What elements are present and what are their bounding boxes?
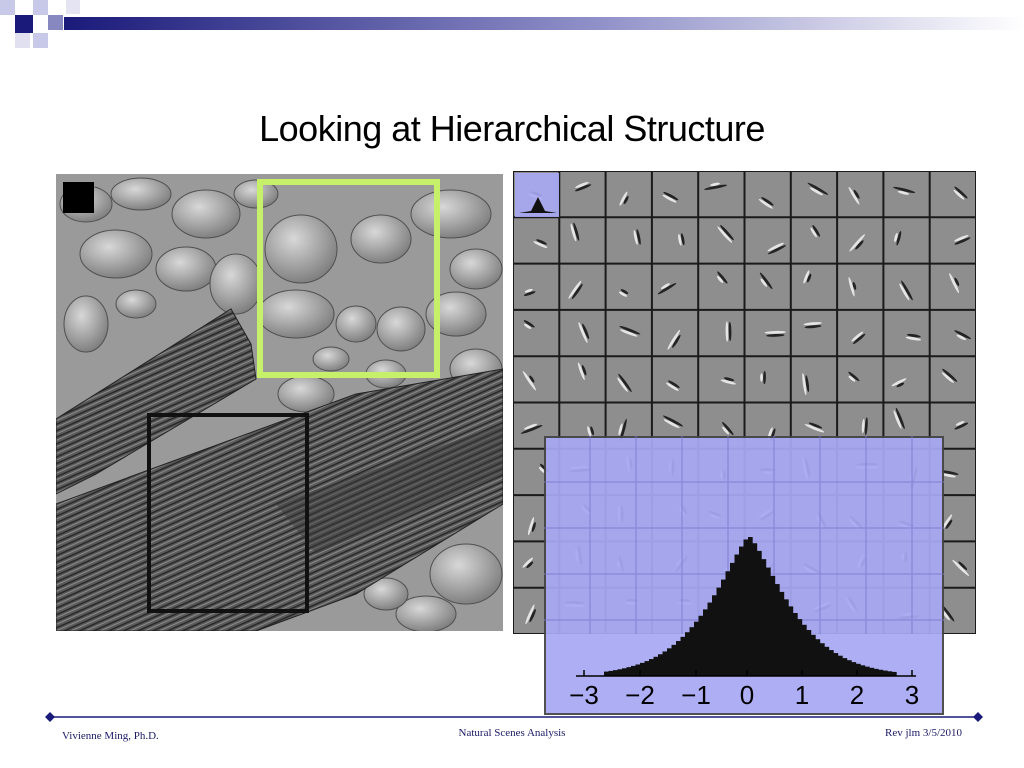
histogram-bar [806,630,812,676]
histogram-bar [734,554,740,676]
histogram-bar [725,571,731,676]
histogram-bar [878,669,884,676]
histogram-bar [757,550,762,676]
histogram-bar [793,612,798,676]
histogram-bar [721,579,726,676]
histogram-bar [712,595,717,676]
tick-label-1: 1 [795,680,809,710]
histogram-bar [784,599,789,676]
histogram-bar [761,559,767,676]
histogram-bar [851,662,857,676]
tick-label-0: 0 [740,680,754,710]
tick-label-2: 2 [850,680,864,710]
histogram-bar [676,641,681,676]
histogram-bar [653,656,659,676]
histogram-bar [662,651,668,676]
histogram-bar [779,591,785,676]
histogram-bar [680,636,686,676]
natural-scene-photo [55,174,504,633]
tick-label-neg3: −3 [569,680,599,710]
histogram-bar [842,658,848,676]
histogram-bar [874,668,879,676]
histogram-bar [694,621,699,676]
histogram-bar [644,661,650,676]
footer-revision: Rev jlm 3/5/2010 [885,727,962,739]
histogram-bar [658,654,663,676]
footer-topic: Natural Scenes Analysis [458,727,566,739]
histogram-bar [707,602,713,676]
histogram-bar [811,634,816,676]
histogram-bar [820,643,825,676]
histogram-bar [802,624,807,676]
histogram-bar [626,667,632,676]
histogram-bar [847,660,852,676]
histogram-bar [613,670,618,676]
histogram-bar [685,632,690,676]
histogram-bar [689,627,695,676]
histogram-bar [815,639,821,676]
histogram-bar [649,659,654,676]
histogram-bar [631,665,636,676]
histogram-bar [770,575,776,676]
histogram-bar [617,669,623,676]
histogram-bar [698,615,704,676]
small-patch-marker [63,182,94,213]
histogram-bar [797,619,803,676]
histogram-bar [883,670,888,676]
histogram-bar [766,567,771,676]
histogram-bar [739,546,744,676]
histogram-bar [748,537,753,676]
histogram-bar [716,587,722,676]
slide-corner-decoration [0,0,1024,48]
histogram-bar [752,543,758,676]
histogram-bar [824,646,830,676]
histogram-bar [622,668,627,676]
histogram-bar [703,609,708,676]
histogram-bar [833,653,839,676]
slide-title: Looking at Hierarchical Structure [259,108,765,149]
tick-label-3: 3 [905,680,919,710]
tick-label-neg1: −1 [681,680,711,710]
histogram-bar [671,644,677,676]
histogram-bar [869,667,875,676]
histogram-bar [730,562,735,676]
footer-divider [44,710,984,724]
histogram-bar [788,606,794,676]
histogram-bar [743,539,749,676]
histogram-bar [608,670,614,676]
histogram-bar [838,655,843,676]
tick-label-neg2: −2 [625,680,655,710]
histogram-panel: −3 −2 −1 0 1 2 3 [544,436,944,715]
histogram-bar [865,666,870,676]
histogram-bar [860,665,866,676]
histogram-bar [667,648,672,676]
histogram-bar [829,650,834,676]
histogram-bar [775,584,780,676]
